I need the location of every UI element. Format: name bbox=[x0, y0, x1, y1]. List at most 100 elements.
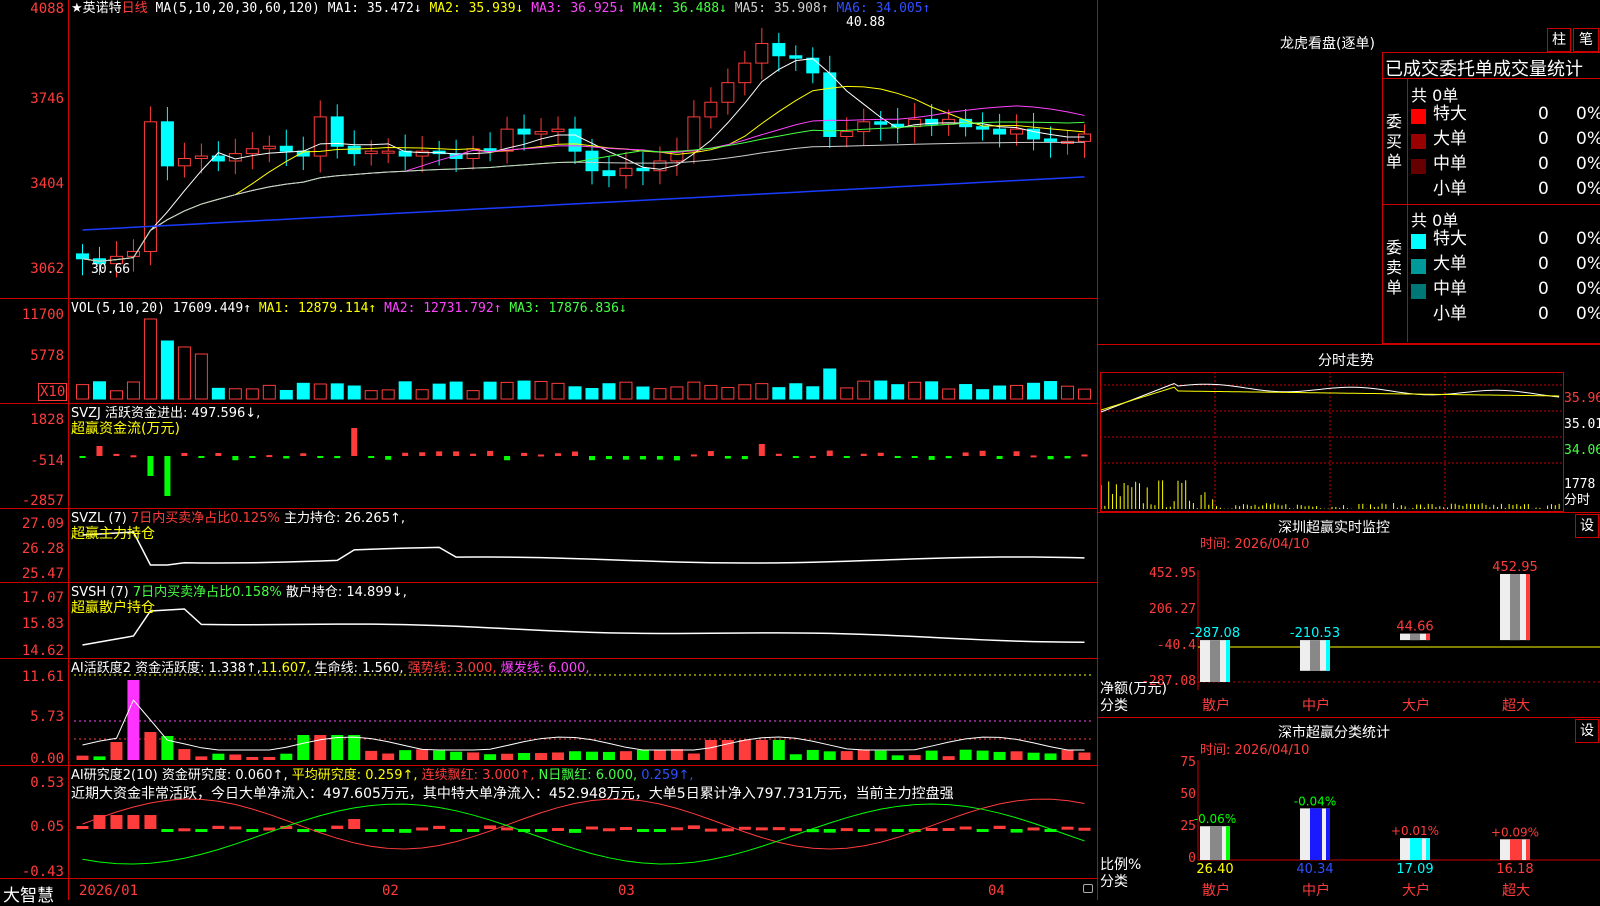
activity-bar bbox=[535, 753, 548, 760]
fund-flow-bar bbox=[266, 455, 273, 458]
fund-flow-bar bbox=[1030, 455, 1037, 458]
research-bar bbox=[144, 815, 157, 829]
activity-bar bbox=[1078, 752, 1091, 760]
sz-bar-shade bbox=[1510, 574, 1520, 641]
volume-bar bbox=[517, 380, 531, 400]
volume-bar bbox=[228, 388, 242, 400]
fund-flow-bar bbox=[79, 456, 86, 458]
research-bar bbox=[993, 825, 1006, 829]
main-tick-3: 3062 bbox=[30, 261, 64, 277]
ss-cat-0: 散户 bbox=[1202, 883, 1230, 899]
activity-bar bbox=[619, 751, 632, 760]
activity-bar bbox=[670, 749, 683, 760]
fund-flow-bar bbox=[673, 456, 680, 461]
activity-line bbox=[82, 699, 1085, 751]
volume-bar bbox=[483, 381, 497, 400]
activity-bar bbox=[297, 735, 310, 760]
ss-bar-shade bbox=[1210, 826, 1222, 860]
activity-bar bbox=[399, 750, 412, 760]
fund-flow-bar bbox=[996, 456, 1003, 459]
price-candle bbox=[687, 116, 701, 152]
fund-flow-bar bbox=[809, 455, 816, 458]
tick-view-button[interactable]: 笔 bbox=[1573, 28, 1599, 52]
activity-bar bbox=[1010, 751, 1023, 760]
ai2-comment: 近期大资金非常活跃，今日大单净流入：497.605万元，其中特大单净流入：452… bbox=[71, 786, 954, 802]
activity-bar bbox=[348, 735, 361, 760]
price-candle bbox=[551, 128, 565, 133]
activity-bar bbox=[144, 732, 157, 760]
volume-bar bbox=[823, 368, 837, 400]
volume-bar bbox=[500, 381, 514, 400]
ai2-v4: N日飘红: 6.000, bbox=[538, 768, 638, 783]
activity-bar bbox=[212, 753, 225, 760]
buy-row-name-3: 小单 bbox=[1433, 179, 1467, 199]
vol-ma-value-0: 17609.449↑ bbox=[172, 301, 252, 316]
price-candle bbox=[602, 170, 616, 177]
research-bar bbox=[76, 826, 89, 830]
sz-cat-2: 大户 bbox=[1402, 698, 1430, 714]
activity-bar bbox=[806, 749, 819, 760]
volume-bar bbox=[534, 380, 548, 400]
vol-unit-badge: X10 bbox=[38, 383, 68, 401]
ma-value-4: MA5: 35.908↑ bbox=[726, 1, 829, 16]
bar-view-button[interactable]: 柱 bbox=[1547, 28, 1571, 52]
ai1-v3: 生命线: 1.560, bbox=[314, 661, 404, 676]
svzj-label: SVZJ 活跃资金进出: 497.596↓, bbox=[71, 406, 261, 421]
ai1-header: AI活跃度2 资金活跃度: 1.338↑,11.607, 生命线: 1.560,… bbox=[71, 662, 590, 675]
activity-bar bbox=[636, 749, 649, 760]
volume-bar bbox=[415, 389, 429, 400]
ss-settings-button[interactable]: 设 bbox=[1575, 719, 1599, 743]
sz-bar-shade bbox=[1310, 640, 1320, 671]
price-candle bbox=[993, 128, 1007, 135]
research-bar bbox=[212, 825, 225, 829]
intraday-tick-0: 35.96 bbox=[1564, 391, 1600, 406]
period-label[interactable]: 日线 bbox=[122, 1, 148, 16]
volume-bar bbox=[568, 386, 582, 400]
research-bar bbox=[636, 829, 649, 832]
ss-bar-shade bbox=[1410, 838, 1422, 860]
sell-row-name-3: 小单 bbox=[1433, 304, 1467, 324]
vol-ma-value-3: MA3: 17876.836↓ bbox=[501, 301, 627, 316]
research-bar bbox=[1078, 827, 1091, 831]
svsh-hold: 散户持仓: 14.899↓, bbox=[285, 585, 407, 600]
svsh-sub: 超赢散户持仓 bbox=[71, 600, 155, 616]
volume-bar bbox=[449, 381, 463, 400]
sz-settings-button[interactable]: 设 bbox=[1575, 514, 1599, 538]
price-candle bbox=[857, 121, 871, 133]
ai1-v2: 11.607, bbox=[260, 661, 311, 676]
sell-row-count-1: 0 bbox=[1538, 254, 1549, 274]
price-candle bbox=[704, 101, 718, 118]
activity-bar bbox=[93, 756, 106, 760]
research-bar bbox=[653, 829, 666, 832]
fund-flow-bar bbox=[911, 456, 918, 458]
activity-bar bbox=[993, 751, 1006, 760]
main-header: ★英诺特日线 MA(5,10,20,30,60,120) MA1: 35.472… bbox=[71, 2, 930, 15]
divider-vol-svzj bbox=[0, 403, 1097, 404]
price-candle bbox=[840, 131, 854, 137]
lock-icon[interactable] bbox=[1083, 884, 1093, 893]
research-bar bbox=[670, 827, 683, 831]
activity-bar bbox=[704, 740, 717, 760]
intraday-chart-frame bbox=[1100, 372, 1564, 512]
sz-bar-shade bbox=[1210, 640, 1220, 682]
favorite-star-icon[interactable]: ★ bbox=[71, 1, 83, 16]
xaxis-label-jan: 2026/01 bbox=[79, 883, 139, 899]
fund-flow-bar bbox=[1064, 456, 1071, 459]
fund-flow-bar bbox=[351, 428, 358, 456]
volume-bar bbox=[313, 383, 327, 400]
price-candle bbox=[636, 167, 650, 172]
activity-bar bbox=[178, 749, 191, 760]
activity-bar bbox=[772, 740, 785, 760]
ai1-label: AI活跃度2 bbox=[71, 661, 131, 676]
volume-bar bbox=[806, 386, 820, 400]
research-bar bbox=[467, 829, 480, 832]
vol-tick-1: 5778 bbox=[30, 348, 64, 364]
buy-row-count-1: 0 bbox=[1538, 129, 1549, 149]
volume-bar bbox=[891, 384, 905, 400]
ai2-v3: 连续飘红: 3.000↑, bbox=[421, 768, 535, 783]
price-candle bbox=[1078, 133, 1092, 142]
ss-tick-0: 75 bbox=[1180, 755, 1196, 770]
sell-row-name-1: 大单 bbox=[1433, 254, 1467, 274]
sz-xlabel: 分类 bbox=[1100, 698, 1128, 714]
volume-bar bbox=[194, 353, 208, 400]
